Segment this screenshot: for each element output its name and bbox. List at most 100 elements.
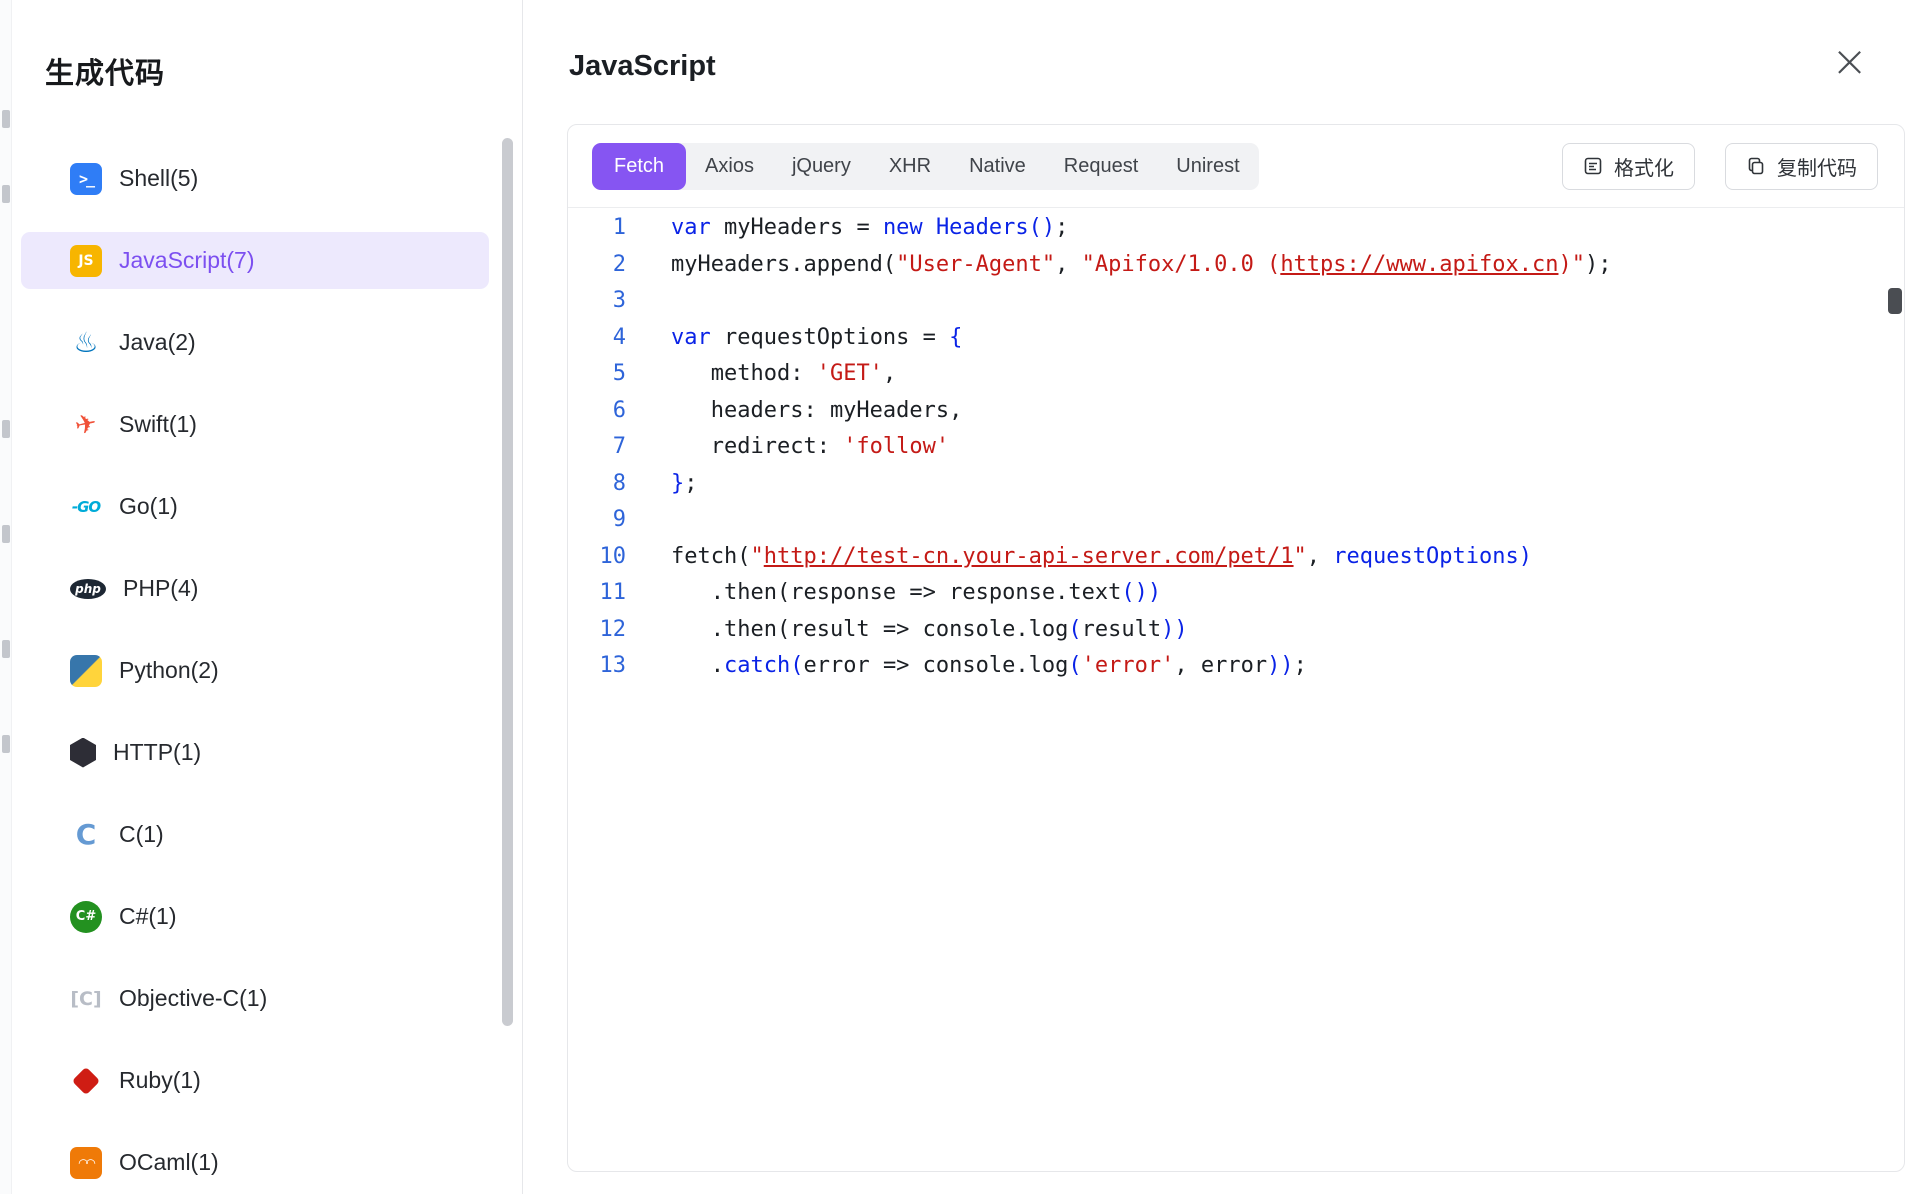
close-icon[interactable]: × (1831, 40, 1868, 84)
language-sidebar: 生成代码 >_ Shell(5) JS JavaScript(7) ♨ Java… (12, 0, 523, 1194)
code-editor[interactable]: 1var myHeaders = new Headers();2myHeader… (568, 207, 1904, 1171)
copy-button-label: 复制代码 (1777, 152, 1857, 181)
sidebar-item-ruby[interactable]: Ruby(1) (21, 1052, 489, 1109)
page-title: JavaScript (569, 50, 716, 83)
c-icon: C (70, 819, 102, 851)
code-line-text: headers: myHeaders, (626, 393, 962, 430)
tab-fetch[interactable]: Fetch (592, 143, 686, 190)
background-artifact (2, 525, 10, 543)
sidebar-item-shell[interactable]: >_ Shell(5) (21, 150, 489, 207)
format-button[interactable]: 格式化 (1562, 143, 1695, 190)
code-line-text (626, 502, 671, 539)
language-label: Ruby(1) (119, 1067, 201, 1094)
background-artifact (2, 735, 10, 753)
sidebar-scrollbar-thumb[interactable] (502, 138, 513, 1026)
line-number: 1 (568, 210, 626, 247)
objectivec-icon: [C] (70, 983, 102, 1015)
sidebar-item-python[interactable]: Python(2) (21, 642, 489, 699)
main-panel: JavaScript × FetchAxiosjQueryXHRNativeRe… (524, 0, 1912, 1194)
code-line-text: method: 'GET', (626, 356, 896, 393)
java-icon: ♨ (70, 327, 102, 359)
language-label: HTTP(1) (113, 739, 201, 766)
code-line: 5 method: 'GET', (568, 356, 1904, 393)
language-label: JavaScript(7) (119, 247, 254, 274)
line-number: 13 (568, 648, 626, 685)
code-line: 10fetch("http://test-cn.your-api-server.… (568, 539, 1904, 576)
code-tabs: FetchAxiosjQueryXHRNativeRequestUnirest (592, 143, 1259, 190)
sidebar-item-swift[interactable]: ✈ Swift(1) (21, 396, 489, 453)
code-line: 12 .then(result => console.log(result)) (568, 612, 1904, 649)
csharp-icon: C# (70, 901, 102, 933)
code-line-text: .then(response => response.text()) (626, 575, 1161, 612)
php-icon: php (70, 579, 106, 599)
line-number: 6 (568, 393, 626, 430)
language-label: Shell(5) (119, 165, 198, 192)
code-line: 13 .catch(error => console.log('error', … (568, 648, 1904, 685)
language-label: OCaml(1) (119, 1149, 219, 1176)
language-label: Swift(1) (119, 411, 197, 438)
line-number: 9 (568, 502, 626, 539)
go-icon: -GO (70, 491, 102, 523)
tab-xhr[interactable]: XHR (870, 143, 950, 190)
language-label: Go(1) (119, 493, 178, 520)
format-icon (1583, 156, 1603, 176)
code-line: 7 redirect: 'follow' (568, 429, 1904, 466)
copy-code-button[interactable]: 复制代码 (1725, 143, 1878, 190)
line-number: 4 (568, 320, 626, 357)
code-line-text: .then(result => console.log(result)) (626, 612, 1188, 649)
sidebar-item-javascript[interactable]: JS JavaScript(7) (21, 232, 489, 289)
javascript-icon: JS (70, 245, 102, 277)
format-button-label: 格式化 (1614, 152, 1674, 181)
background-artifact (2, 640, 10, 658)
sidebar-item-java[interactable]: ♨ Java(2) (21, 314, 489, 371)
line-number: 8 (568, 466, 626, 503)
tab-jquery[interactable]: jQuery (773, 143, 870, 190)
copy-icon (1746, 156, 1766, 176)
code-line: 3 (568, 283, 1904, 320)
language-list: >_ Shell(5) JS JavaScript(7) ♨ Java(2) ✈… (21, 150, 489, 1191)
language-label: Python(2) (119, 657, 219, 684)
language-label: C#(1) (119, 903, 177, 930)
sidebar-item-objectivec[interactable]: [C] Objective-C(1) (21, 970, 489, 1027)
sidebar-item-php[interactable]: php PHP(4) (21, 560, 489, 617)
sidebar-item-c[interactable]: C C(1) (21, 806, 489, 863)
code-line-text: var myHeaders = new Headers(); (626, 210, 1068, 247)
code-line: 9 (568, 502, 1904, 539)
tab-unirest[interactable]: Unirest (1157, 143, 1258, 190)
shell-icon: >_ (70, 163, 102, 195)
tab-axios[interactable]: Axios (686, 143, 773, 190)
background-artifact (2, 185, 10, 203)
line-number: 10 (568, 539, 626, 576)
code-line: 8}; (568, 466, 1904, 503)
code-line: 11 .then(response => response.text()) (568, 575, 1904, 612)
line-number: 3 (568, 283, 626, 320)
code-line: 2myHeaders.append("User-Agent", "Apifox/… (568, 247, 1904, 284)
ruby-icon (72, 1066, 100, 1094)
python-icon (70, 655, 102, 687)
line-number: 11 (568, 575, 626, 612)
page-edge-strip (0, 0, 12, 1194)
code-line-text: .catch(error => console.log('error', err… (626, 648, 1307, 685)
language-label: Java(2) (119, 329, 196, 356)
tab-native[interactable]: Native (950, 143, 1045, 190)
sidebar-item-ocaml[interactable]: ◠◠ OCaml(1) (21, 1134, 489, 1191)
code-line-text (626, 283, 671, 320)
code-lines: 1var myHeaders = new Headers();2myHeader… (568, 210, 1904, 685)
code-panel: FetchAxiosjQueryXHRNativeRequestUnirest … (567, 124, 1905, 1172)
code-scrollbar-thumb[interactable] (1888, 288, 1902, 314)
language-label: Objective-C(1) (119, 985, 267, 1012)
sidebar-item-csharp[interactable]: C# C#(1) (21, 888, 489, 945)
code-line-text: fetch("http://test-cn.your-api-server.co… (626, 539, 1532, 576)
line-number: 12 (568, 612, 626, 649)
code-line: 1var myHeaders = new Headers(); (568, 210, 1904, 247)
background-artifact (2, 420, 10, 438)
ocaml-icon: ◠◠ (70, 1147, 102, 1179)
line-number: 2 (568, 247, 626, 284)
tab-request[interactable]: Request (1045, 143, 1158, 190)
sidebar-item-http[interactable]: HTTP(1) (21, 724, 489, 781)
language-label: C(1) (119, 821, 164, 848)
code-line: 4var requestOptions = { (568, 320, 1904, 357)
code-line: 6 headers: myHeaders, (568, 393, 1904, 430)
language-label: PHP(4) (123, 575, 198, 602)
sidebar-item-go[interactable]: -GO Go(1) (21, 478, 489, 535)
